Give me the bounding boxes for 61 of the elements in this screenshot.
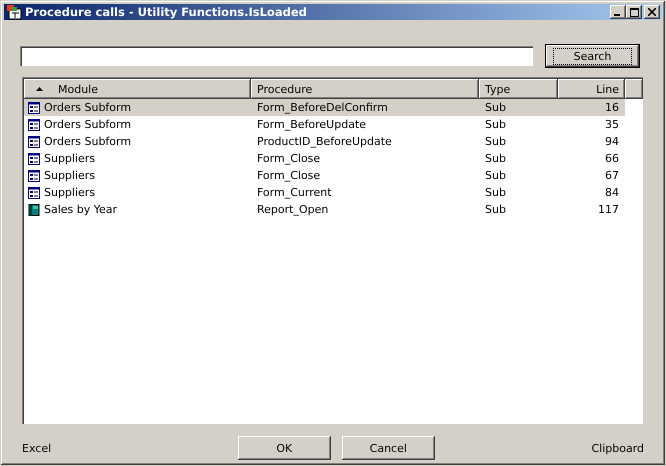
- table-cell-text: 84: [604, 186, 620, 199]
- form-icon: [28, 118, 40, 130]
- table-cell-text: Form_Current: [256, 186, 333, 199]
- table-cell-text: Form_BeforeUpdate: [256, 118, 368, 131]
- table-cell-text: Sub: [484, 203, 507, 216]
- list-row[interactable]: Orders Subform Form_BeforeUpdate Sub 35: [24, 116, 625, 133]
- list-row[interactable]: Suppliers Form_Close Sub 66: [24, 150, 625, 167]
- table-cell-text: Report_Open: [256, 203, 330, 216]
- minimize-button[interactable]: [610, 5, 626, 19]
- table-cell: Orders Subform: [24, 101, 251, 114]
- close-button[interactable]: [644, 5, 660, 19]
- form-icon: [28, 152, 40, 164]
- table-cell-text: Sub: [484, 186, 507, 199]
- book-icon: [28, 204, 40, 216]
- table-cell: Suppliers: [24, 152, 251, 165]
- list-row[interactable]: Sales by Year Report_Open Sub 117: [24, 201, 625, 218]
- table-cell-text: Sub: [484, 169, 507, 182]
- sort-ascending-icon: [36, 87, 43, 91]
- dialog-button[interactable]: Cancel: [342, 436, 435, 460]
- table-cell-text: Sub: [484, 152, 507, 165]
- table-cell-text: 16: [604, 101, 620, 114]
- search-field[interactable]: [20, 46, 533, 66]
- table-cell: Sales by Year: [24, 203, 251, 216]
- list-row[interactable]: Suppliers Form_Current Sub 84: [24, 184, 625, 201]
- table-cell-text: Sub: [484, 135, 507, 148]
- search-button[interactable]: Search: [545, 44, 640, 68]
- app-icon: [6, 4, 22, 20]
- table-cell-text: 94: [604, 135, 620, 148]
- excel-link[interactable]: Excel: [22, 442, 52, 454]
- table-cell: Suppliers: [24, 186, 251, 199]
- form-icon: [28, 136, 40, 148]
- column-header: [625, 79, 643, 99]
- table-cell-text: 67: [604, 169, 620, 182]
- table-cell: Orders Subform: [24, 135, 251, 148]
- table-cell-text: Form_Close: [256, 152, 322, 165]
- form-icon: [28, 170, 40, 182]
- column-header[interactable]: Procedure: [251, 79, 479, 99]
- list-row[interactable]: Suppliers Form_Close Sub 67: [24, 167, 625, 184]
- table-cell-text: 117: [597, 203, 620, 216]
- table-cell: Suppliers: [24, 169, 251, 182]
- list-row[interactable]: Orders Subform ProductID_BeforeUpdate Sub 94: [24, 133, 625, 150]
- list-row[interactable]: Orders Subform Form_BeforeDelConfirm Sub 16: [24, 99, 625, 116]
- table-cell: Orders Subform: [24, 118, 251, 131]
- close-icon: [648, 8, 656, 16]
- table-cell-text: ProductID_BeforeUpdate: [256, 135, 393, 148]
- column-header[interactable]: Type: [479, 79, 558, 99]
- column-header[interactable]: Line: [558, 79, 625, 99]
- dialog-button[interactable]: OK: [238, 436, 331, 460]
- maximize-button[interactable]: [626, 5, 642, 19]
- table-cell-text: Sub: [484, 118, 507, 131]
- clipboard-link[interactable]: Clipboard: [591, 442, 644, 454]
- table-cell-text: 35: [604, 118, 620, 131]
- form-icon: [28, 102, 40, 114]
- table-cell-text: 66: [604, 152, 620, 165]
- table-cell-text: Form_Close: [256, 169, 322, 182]
- table-cell-text: Sub: [484, 101, 507, 114]
- form-icon: [28, 186, 40, 198]
- table-cell-text: Form_BeforeDelConfirm: [256, 101, 389, 114]
- maximize-icon: [630, 8, 638, 16]
- column-header[interactable]: Module: [24, 79, 251, 99]
- window-title: Procedure calls - Utility Functions.IsLoaded: [25, 5, 308, 19]
